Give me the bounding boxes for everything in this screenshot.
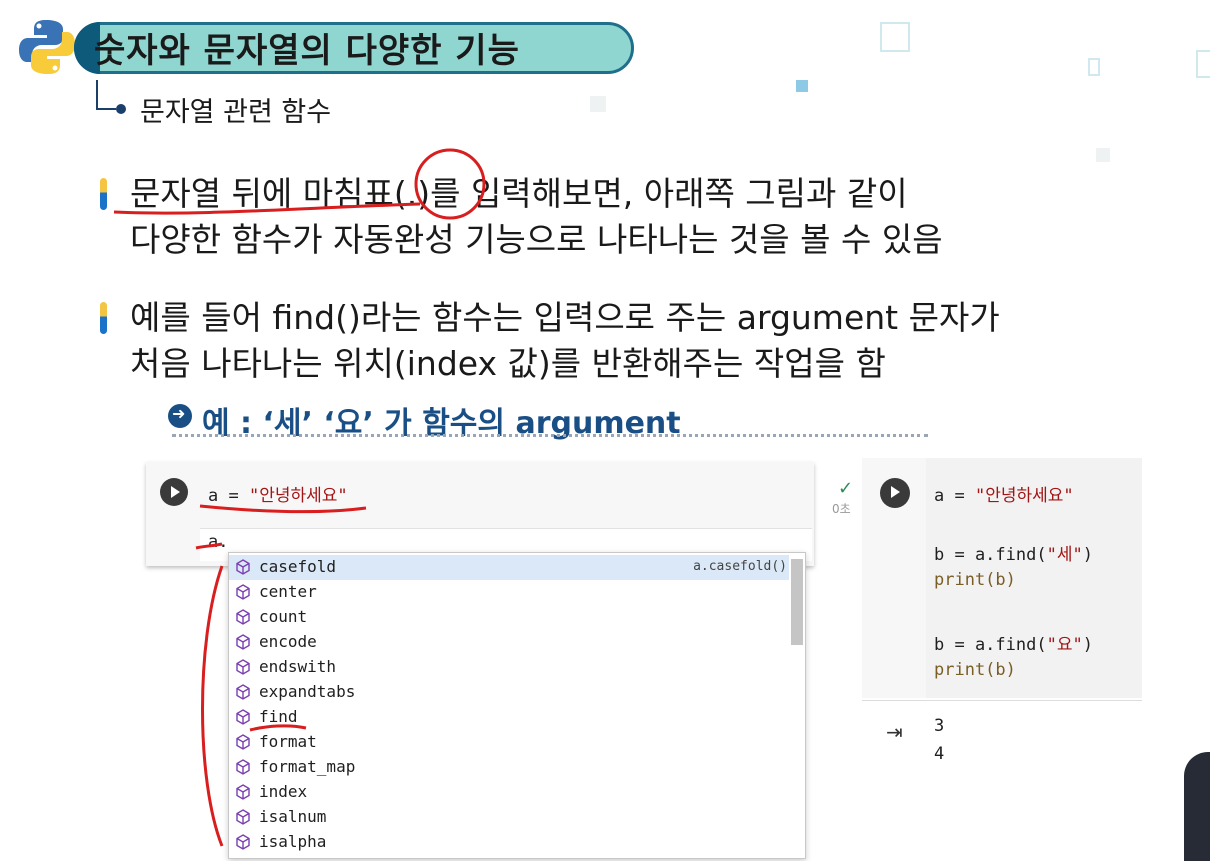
- autocomplete-item[interactable]: index: [229, 780, 789, 805]
- code-line: print(b): [934, 570, 1016, 590]
- autocomplete-label: casefold: [259, 557, 337, 576]
- play-icon[interactable]: [160, 478, 188, 506]
- autocomplete-item[interactable]: format_map: [229, 755, 789, 780]
- code-var: b = a.find(: [934, 545, 1047, 565]
- autocomplete-label: encode: [259, 632, 317, 651]
- autocomplete-item[interactable]: count: [229, 605, 789, 630]
- code-var: a =: [934, 486, 975, 506]
- decor-square: [796, 80, 808, 92]
- cube-icon: [236, 834, 250, 850]
- cube-icon: [236, 809, 250, 825]
- bullet-marker: [100, 178, 107, 210]
- code-string: "요": [1046, 635, 1083, 655]
- autocomplete-label: isalnum: [259, 807, 327, 826]
- decor-square: [880, 22, 910, 52]
- code-var: b = a.find(: [934, 635, 1047, 655]
- cube-icon: [236, 709, 250, 725]
- cube-icon: [236, 659, 250, 675]
- autocomplete-hint: a.casefold(): [693, 559, 787, 574]
- bullet-2-line-2: 처음 나타나는 위치(index 값)를 반환해주는 작업을 함: [130, 344, 886, 383]
- decor-square: [590, 96, 606, 112]
- cube-icon: [236, 684, 250, 700]
- presenter-silhouette: [1184, 752, 1210, 861]
- autocomplete-item[interactable]: isalpha: [229, 830, 789, 855]
- code-string: "세": [1046, 545, 1083, 565]
- divider: [172, 434, 928, 437]
- code-line: b = a.find("세"): [934, 540, 1093, 565]
- play-icon[interactable]: [880, 478, 910, 508]
- autocomplete-item[interactable]: encode: [229, 630, 789, 655]
- output-line: 3: [934, 716, 945, 736]
- python-logo-icon: [19, 20, 75, 74]
- autocomplete-label: endswith: [259, 657, 337, 676]
- bullet-1-line-2: 다양한 함수가 자동완성 기능으로 나타나는 것을 볼 수 있음: [130, 220, 943, 259]
- subtitle-connector: [96, 80, 98, 110]
- cube-icon: [236, 759, 250, 775]
- autocomplete-dropdown[interactable]: casefold a.casefold() center count encod…: [228, 552, 806, 859]
- bullet-1-line-1: 문자열 뒤에 마침표(.)를 입력해보면, 아래쪽 그림과 같이: [130, 174, 908, 213]
- code-line: b = a.find("요"): [934, 630, 1093, 655]
- autocomplete-item[interactable]: casefold a.casefold(): [229, 555, 789, 580]
- code-input-text[interactable]: a.: [208, 532, 228, 552]
- annotation-bracket: [201, 565, 224, 847]
- autocomplete-item[interactable]: expandtabs: [229, 680, 789, 705]
- code-var: a =: [208, 486, 249, 506]
- autocomplete-label: format: [259, 732, 317, 751]
- autocomplete-label: count: [259, 607, 308, 626]
- cube-icon: [236, 734, 250, 750]
- code-paren: ): [1082, 635, 1093, 655]
- output-redirect-icon[interactable]: ⇥: [886, 720, 903, 744]
- elapsed-time: 0초: [832, 502, 851, 516]
- cube-icon: [236, 559, 250, 575]
- code-line: a = "안녕하세요": [934, 481, 1074, 506]
- subtitle-connector: [96, 108, 116, 110]
- output-line: 4: [934, 744, 945, 764]
- cell-output: [862, 700, 1142, 775]
- code-line: a = "안녕하세요": [208, 481, 348, 506]
- cube-icon: [236, 634, 250, 650]
- cube-icon: [236, 584, 250, 600]
- autocomplete-label: format_map: [259, 757, 356, 776]
- autocomplete-item[interactable]: endswith: [229, 655, 789, 680]
- autocomplete-label: index: [259, 782, 308, 801]
- decor-square: [1088, 58, 1100, 76]
- autocomplete-label: expandtabs: [259, 682, 356, 701]
- autocomplete-item[interactable]: format: [229, 730, 789, 755]
- code-paren: ): [1082, 545, 1093, 565]
- page-title: 숫자와 문자열의 다양한 기능: [94, 31, 520, 71]
- decor-square: [1096, 148, 1110, 162]
- check-icon: ✓: [838, 478, 854, 499]
- code-string: "안녕하세요": [248, 486, 348, 506]
- arrow-circle-icon: [168, 404, 192, 428]
- code-string: "안녕하세요": [974, 486, 1074, 506]
- autocomplete-item[interactable]: center: [229, 580, 789, 605]
- scrollbar[interactable]: [791, 559, 803, 645]
- autocomplete-label: isalpha: [259, 832, 327, 851]
- autocomplete-item[interactable]: find: [229, 705, 789, 730]
- subtitle-dot: [116, 104, 126, 114]
- subtitle: 문자열 관련 함수: [140, 97, 332, 128]
- autocomplete-label: find: [259, 707, 298, 726]
- autocomplete-label: center: [259, 582, 317, 601]
- cube-icon: [236, 784, 250, 800]
- autocomplete-item[interactable]: isalnum: [229, 805, 789, 830]
- bullet-2-line-1: 예를 들어 find()라는 함수는 입력으로 주는 argument 문자가: [130, 298, 1000, 337]
- cube-icon: [236, 609, 250, 625]
- code-line: print(b): [934, 660, 1016, 680]
- bullet-marker: [100, 302, 107, 334]
- decor-square: [1196, 50, 1210, 78]
